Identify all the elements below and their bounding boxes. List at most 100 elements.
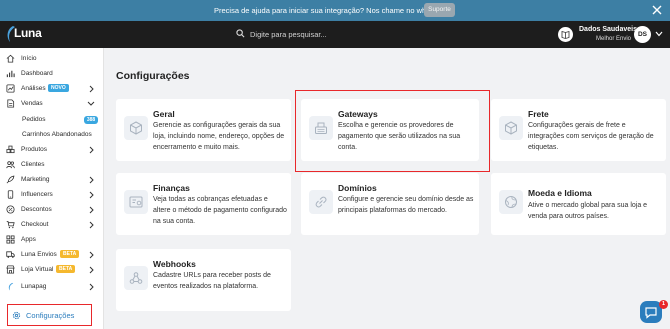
sidebar-item-label: Influencers — [21, 191, 53, 198]
sidebar-item-label: Apps — [21, 236, 36, 243]
beta-badge: BETA — [56, 265, 76, 273]
user-name[interactable]: Dados Saudaveis — [579, 26, 637, 33]
sidebar-subitem-carrinhos[interactable]: Carrinhos Abandonados — [22, 131, 92, 138]
sidebar-item-analises[interactable]: Análises NOVO — [0, 82, 104, 96]
card-title: Finanças — [153, 183, 190, 193]
unread-badge: 1 — [659, 300, 668, 309]
lunapag-icon — [8, 282, 14, 291]
card-title: Geral — [153, 109, 175, 119]
card-description: Ative o mercado global para sua loja e v… — [528, 202, 648, 220]
sidebar-subitem-pedidos[interactable]: Pedidos — [22, 116, 46, 123]
card-description: Cadastre URLs para receber posts de even… — [153, 272, 271, 290]
search-input[interactable] — [250, 28, 430, 41]
page-title: Configurações — [116, 70, 190, 82]
chevron-down-icon[interactable] — [655, 31, 663, 37]
chevron-right-icon — [89, 266, 94, 274]
sidebar-item-clientes[interactable]: Clientes — [0, 158, 104, 172]
sidebar-item-label: Loja Virtual — [21, 266, 54, 273]
card-description: Veja todas as cobranças efetuadas e alte… — [153, 196, 287, 225]
sidebar-item-label: Dashboard — [21, 70, 53, 77]
chevron-right-icon — [89, 251, 94, 259]
support-button[interactable]: Suporte — [424, 3, 455, 17]
settings-card-frete[interactable]: Frete Configurações gerais de frete e in… — [491, 99, 666, 161]
analytics-icon — [6, 84, 15, 93]
sidebar-item-label: Análises — [21, 85, 46, 92]
avatar[interactable]: DS — [634, 26, 651, 43]
globe-currency-icon — [499, 190, 523, 214]
sidebar-item-label: Produtos — [21, 146, 48, 153]
chevron-right-icon — [89, 191, 94, 199]
chevron-right-icon — [89, 176, 94, 184]
users-icon — [6, 161, 15, 169]
sidebar-item-marketing[interactable]: Marketing — [0, 173, 104, 187]
chevron-right-icon — [89, 85, 94, 93]
top-header: Luna Dados Saudaveis Melhor Envio DS — [0, 21, 670, 48]
sidebar-item-inicio[interactable]: Início — [0, 52, 104, 66]
sidebar-item-label: Clientes — [21, 161, 45, 168]
rocket-icon — [6, 175, 15, 184]
user-company: Melhor Envio — [595, 36, 631, 42]
sidebar-item-lunapag[interactable]: Lunapag — [0, 280, 104, 294]
link-icon — [309, 190, 333, 214]
sidebar-item-label: Lunapag — [21, 283, 47, 290]
card-description: Configure e gerencie seu domínio desde a… — [338, 196, 474, 214]
home-icon — [6, 54, 15, 63]
sidebar-item-apps[interactable]: Apps — [0, 233, 104, 247]
bar-chart-icon — [6, 70, 15, 78]
document-icon — [7, 99, 15, 108]
cart-icon — [6, 220, 15, 229]
settings-card-moeda-idioma[interactable]: Moeda e Idioma Ative o mercado global pa… — [491, 173, 666, 235]
card-title: Webhooks — [153, 259, 196, 269]
settings-card-webhooks[interactable]: Webhooks Cadastre URLs para receber post… — [116, 249, 291, 311]
card-title: Moeda e Idioma — [528, 188, 592, 198]
chevron-right-icon — [89, 146, 94, 154]
orders-count-badge: 388 — [84, 116, 98, 124]
sidebar-item-loja-virtual[interactable]: Loja Virtual BETA — [0, 263, 104, 277]
sidebar-item-label: Descontos — [21, 206, 52, 213]
settings-card-geral[interactable]: Geral Gerencie as configurações gerais d… — [116, 99, 291, 161]
invoice-icon — [124, 190, 148, 214]
sidebar-item-label: Início — [21, 55, 37, 62]
gateways-highlight-box — [295, 90, 490, 172]
book-icon[interactable] — [558, 27, 573, 42]
beta-badge: BETA — [60, 250, 80, 258]
sidebar-item-vendas[interactable]: Vendas — [0, 97, 104, 111]
sidebar-item-checkout[interactable]: Checkout — [0, 218, 104, 232]
luna-logo[interactable]: Luna — [4, 24, 44, 44]
sidebar-item-label: Vendas — [21, 100, 43, 107]
sidebar-item-label: Luna Envios — [21, 251, 57, 258]
search-bar[interactable] — [236, 28, 436, 41]
search-icon — [236, 29, 245, 38]
box-icon — [124, 116, 148, 140]
boxes-icon — [6, 145, 15, 154]
card-title: Frete — [528, 109, 549, 119]
apps-grid-icon — [6, 235, 15, 244]
sidebar-item-produtos[interactable]: Produtos — [0, 143, 104, 157]
settings-card-financas[interactable]: Finanças Veja todas as cobranças efetuad… — [116, 173, 291, 235]
close-icon[interactable] — [651, 4, 663, 16]
card-description: Gerencie as configurações gerais da sua … — [153, 122, 285, 151]
chevron-down-icon — [87, 101, 95, 106]
logo-wordmark: Luna — [14, 26, 42, 40]
settings-card-dominios[interactable]: Domínios Configure e gerencie seu domíni… — [301, 173, 479, 235]
new-badge: NOVO — [48, 84, 69, 92]
announcement-bar: Precisa de ajuda para iniciar sua integr… — [0, 0, 670, 21]
package-icon — [499, 116, 523, 140]
sidebar-item-label: Marketing — [21, 176, 50, 183]
sidebar-item-influencers[interactable]: Influencers — [0, 188, 104, 202]
truck-icon — [6, 251, 15, 258]
sidebar-item-dashboard[interactable]: Dashboard — [0, 67, 104, 81]
phone-icon — [7, 190, 14, 199]
discount-icon — [6, 205, 15, 214]
store-icon — [6, 265, 15, 274]
announcement-message: Precisa de ajuda para iniciar sua integr… — [214, 6, 449, 15]
chevron-right-icon — [89, 221, 94, 229]
sidebar-item-label: Configurações — [26, 311, 75, 320]
card-title: Domínios — [338, 183, 377, 193]
webhook-icon — [124, 266, 148, 290]
sidebar-item-descontos[interactable]: Descontos — [0, 203, 104, 217]
sidebar-item-label: Checkout — [21, 221, 49, 228]
sidebar-item-luna-envios[interactable]: Luna Envios BETA — [0, 248, 104, 262]
card-description: Configurações gerais de frete e integraç… — [528, 122, 654, 151]
chevron-right-icon — [89, 283, 94, 291]
